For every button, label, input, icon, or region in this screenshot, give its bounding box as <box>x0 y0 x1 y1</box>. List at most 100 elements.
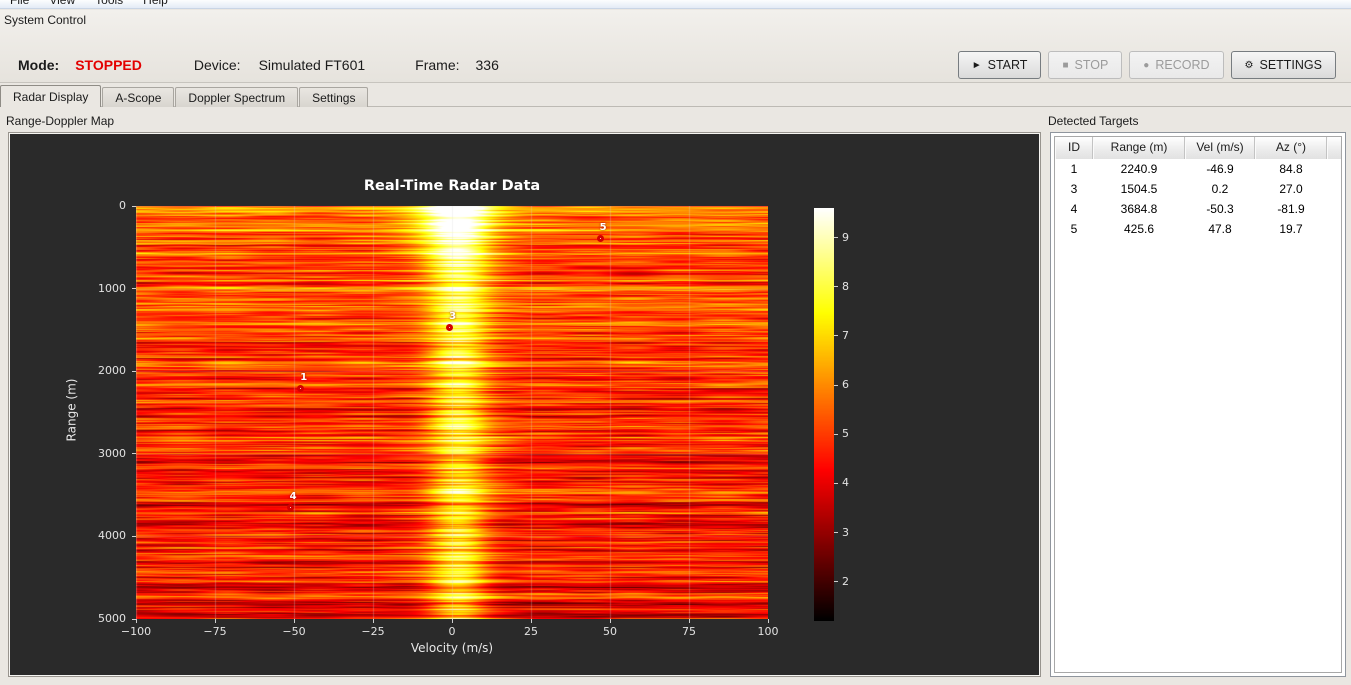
tab-bar: Radar Display A-Scope Doppler Spectrum S… <box>0 85 1351 107</box>
col-header-filler <box>1327 137 1341 159</box>
x-tick-mark <box>767 619 769 623</box>
cell-range: 425.6 <box>1123 222 1155 236</box>
colorbar-tick-label: 3 <box>842 525 849 539</box>
cell-vel: 47.8 <box>1208 222 1232 236</box>
record-button[interactable]: ● RECORD <box>1129 51 1224 79</box>
targets-table: ID Range (m) Vel (m/s) Az (°) 1 2240.9 -… <box>1054 136 1342 673</box>
col-header-az[interactable]: Az (°) <box>1255 137 1327 159</box>
tab-radar-display[interactable]: Radar Display <box>0 85 102 107</box>
stop-button[interactable]: ■ STOP <box>1048 51 1123 79</box>
colorbar-tick-mark <box>834 335 838 337</box>
target-marker <box>446 323 454 331</box>
play-icon: ► <box>971 59 982 71</box>
target-marker-label: 5 <box>599 222 607 234</box>
cell-vel: -46.9 <box>1206 162 1234 176</box>
x-tick-label: 100 <box>757 625 779 638</box>
frame-value: 336 <box>475 57 499 73</box>
col-header-range[interactable]: Range (m) <box>1093 137 1185 159</box>
tab-a-scope[interactable]: A-Scope <box>102 87 175 107</box>
colorbar-canvas <box>814 208 834 621</box>
table-row[interactable]: 3 1504.5 0.2 27.0 <box>1055 179 1341 199</box>
x-tick-label: 25 <box>524 625 538 638</box>
x-tick-mark <box>609 619 611 623</box>
settings-button[interactable]: ⚙ SETTINGS <box>1230 51 1336 79</box>
record-icon: ● <box>1143 59 1150 71</box>
y-tick-mark <box>132 205 136 207</box>
x-tick-mark <box>372 619 374 623</box>
menu-help[interactable]: Help <box>133 0 178 8</box>
mode-value: STOPPED <box>75 57 142 73</box>
x-tick-mark <box>451 619 453 623</box>
x-tick-label: 50 <box>603 625 617 638</box>
range-doppler-map-title: Range-Doppler Map <box>6 114 115 128</box>
y-tick-label: 1000 <box>98 281 126 295</box>
x-tick-label: −50 <box>282 625 306 638</box>
y-tick-mark <box>132 370 136 372</box>
y-tick-label: 3000 <box>98 446 126 460</box>
x-axis-label: Velocity (m/s) <box>410 641 494 655</box>
menu-file[interactable]: File <box>0 0 39 8</box>
target-marker <box>286 503 294 511</box>
cell-az: 27.0 <box>1279 182 1303 196</box>
start-button[interactable]: ► START <box>957 51 1042 79</box>
control-buttons: ► START ■ STOP ● RECORD ⚙ SETTINGS <box>957 51 1336 79</box>
tab-doppler-spectrum[interactable]: Doppler Spectrum <box>175 87 299 107</box>
x-tick-label: −25 <box>361 625 385 638</box>
mode-label: Mode: <box>18 57 60 73</box>
colorbar-tick-mark <box>834 286 838 288</box>
menu-view[interactable]: View <box>39 0 85 8</box>
cell-range: 2240.9 <box>1120 162 1158 176</box>
target-marker <box>297 384 305 392</box>
y-tick-mark <box>132 618 136 620</box>
system-control-group: System Control Mode: STOPPED Device: Sim… <box>0 10 1351 83</box>
colorbar-tick-label: 2 <box>842 574 849 588</box>
y-tick-mark <box>132 453 136 455</box>
colorbar-tick-label: 8 <box>842 279 849 293</box>
table-row[interactable]: 1 2240.9 -46.9 84.8 <box>1055 159 1341 179</box>
colorbar-tick-label: 9 <box>842 230 849 244</box>
colorbar-tick-mark <box>834 581 838 583</box>
col-header-vel[interactable]: Vel (m/s) <box>1185 137 1255 159</box>
gear-icon: ⚙ <box>1244 59 1254 71</box>
y-tick-label: 2000 <box>98 364 126 378</box>
heatmap-canvas <box>136 206 768 619</box>
colorbar-tick-label: 4 <box>842 476 849 490</box>
target-marker <box>596 234 604 242</box>
cell-id: 5 <box>1070 222 1078 236</box>
system-control-title: System Control <box>4 13 87 27</box>
colorbar-tick-label: 5 <box>842 427 849 441</box>
cell-az: 19.7 <box>1279 222 1303 236</box>
x-tick-mark <box>530 619 532 623</box>
status-fields: Mode: STOPPED Device: Simulated FT601 Fr… <box>18 51 499 79</box>
frame-label: Frame: <box>415 57 460 73</box>
colorbar-tick-label: 7 <box>842 328 849 342</box>
menubar: File View Tools Help <box>0 0 1351 9</box>
cell-range: 3684.8 <box>1120 202 1158 216</box>
heatmap <box>136 206 768 619</box>
colorbar-tick-mark <box>834 532 838 533</box>
colorbar-tick-mark <box>834 384 838 386</box>
y-tick-mark <box>132 288 136 290</box>
x-tick-label: 0 <box>448 625 456 638</box>
x-tick-label: −100 <box>120 625 152 638</box>
table-row[interactable]: 5 425.6 47.8 19.7 <box>1055 219 1341 239</box>
target-marker-label: 3 <box>449 311 457 323</box>
tab-settings[interactable]: Settings <box>299 87 369 107</box>
colorbar-tick-mark <box>834 433 838 435</box>
cell-id: 4 <box>1070 202 1078 216</box>
menu-tools[interactable]: Tools <box>85 0 133 8</box>
y-tick-label: 0 <box>119 199 126 212</box>
colorbar-tick-mark <box>834 237 838 238</box>
x-tick-mark <box>214 619 216 623</box>
y-tick-label: 5000 <box>98 612 126 625</box>
col-header-id[interactable]: ID <box>1055 137 1093 159</box>
stop-icon: ■ <box>1062 59 1069 71</box>
cell-vel: 0.2 <box>1211 182 1229 196</box>
x-tick-mark <box>688 619 690 623</box>
x-tick-mark <box>293 619 295 623</box>
colorbar-tick-mark <box>834 482 838 484</box>
x-tick-mark <box>135 619 137 623</box>
table-row[interactable]: 4 3684.8 -50.3 -81.9 <box>1055 199 1341 219</box>
y-tick-label: 4000 <box>98 529 126 543</box>
device-value: Simulated FT601 <box>258 57 366 73</box>
